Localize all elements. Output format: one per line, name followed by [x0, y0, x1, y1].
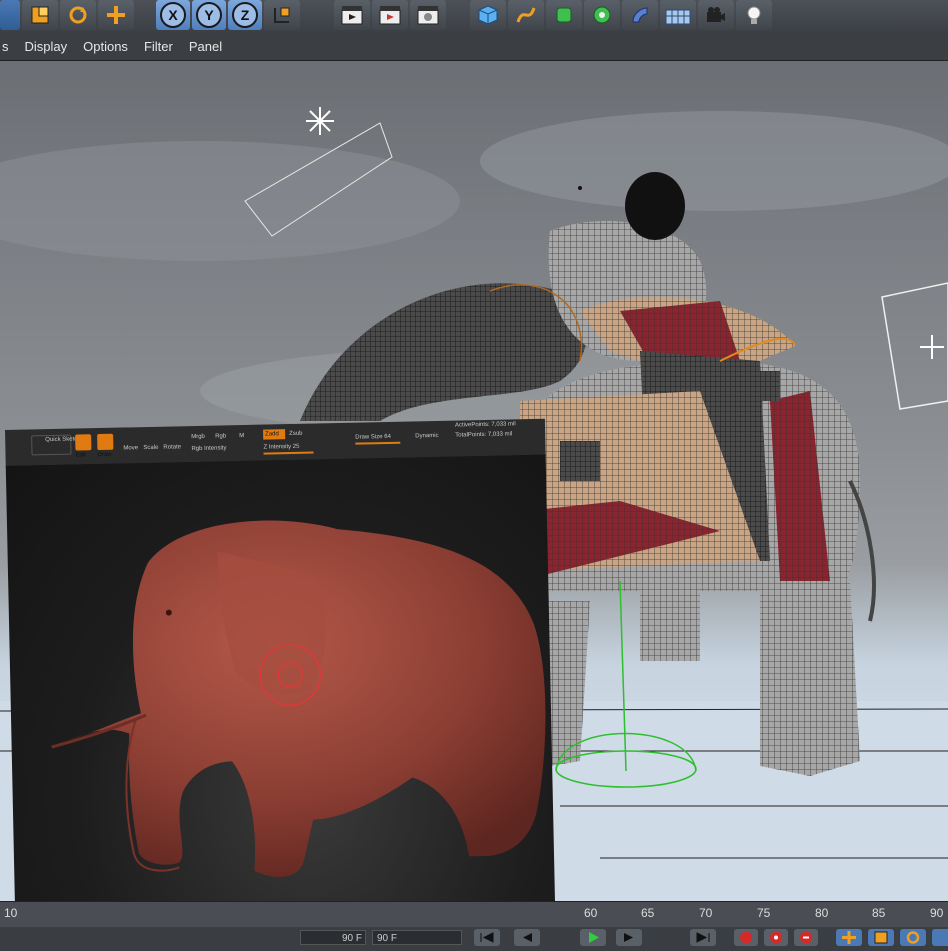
z-axis-label: Z [232, 2, 258, 28]
rgb-intensity-label[interactable]: Rgb Intensity [191, 445, 226, 452]
edit-button[interactable] [75, 434, 92, 451]
cloud-shape [480, 111, 948, 211]
y-axis-lock-button[interactable]: Y [192, 0, 226, 30]
x-axis-label: X [160, 2, 186, 28]
z-intensity-bar [263, 451, 314, 455]
timeline-tick: 90 [930, 906, 944, 920]
play-button[interactable] [580, 929, 606, 946]
menu-item-display[interactable]: Display [17, 39, 76, 54]
null-object-dot [578, 186, 582, 190]
timeline-tick: 65 [641, 906, 655, 920]
render-region-icon[interactable] [372, 0, 408, 30]
active-points-label: ActivePoints: 7,033 mil [454, 421, 516, 429]
move-label[interactable]: Move [123, 445, 138, 451]
menu-item-filter[interactable]: Filter [136, 39, 181, 54]
end-frame-field[interactable]: 90 F [372, 930, 462, 945]
coordinate-system-icon[interactable] [264, 0, 300, 30]
sculpted-elephant-model[interactable] [47, 515, 549, 882]
total-points-label: TotalPoints: 7,033 mil [455, 431, 513, 439]
mrgb-label[interactable]: Mrgb [191, 434, 205, 440]
zadd-button[interactable]: Zadd [263, 429, 286, 440]
cloud-shape [0, 141, 460, 261]
menu-item-panel[interactable]: Panel [181, 39, 230, 54]
menu-item-partial[interactable]: s [0, 39, 17, 54]
z-intensity-slider[interactable]: Z Intensity 25 [263, 444, 299, 451]
area-light-right[interactable] [881, 282, 948, 410]
camera-icon[interactable] [698, 0, 734, 30]
viewport-menu-bar: s Display Options Filter Panel [0, 32, 948, 61]
floor-icon[interactable] [660, 0, 696, 30]
dynamic-label[interactable]: Dynamic [415, 433, 438, 439]
timeline-tick: 70 [699, 906, 713, 920]
timeline-tick: 10 [4, 906, 18, 920]
record-rotation-button[interactable] [900, 929, 926, 946]
next-key-button[interactable] [616, 929, 642, 946]
zsub-label[interactable]: Zsub [289, 431, 302, 437]
menu-item-options[interactable]: Options [75, 39, 136, 54]
record-parameter-button[interactable] [932, 929, 948, 946]
zadd-label: Zadd [265, 431, 279, 438]
go-to-end-button[interactable] [690, 929, 716, 946]
record-position-button[interactable] [836, 929, 862, 946]
timeline-tick: 85 [872, 906, 886, 920]
go-to-start-button[interactable] [474, 929, 500, 946]
start-frame-field[interactable]: 90 F [300, 930, 366, 945]
edit-label: Edit [75, 452, 86, 459]
modeling-icon[interactable] [584, 0, 620, 30]
record-scale-button[interactable] [868, 929, 894, 946]
timeline-tick: 80 [815, 906, 829, 920]
spline-icon[interactable] [508, 0, 544, 30]
move-icon[interactable] [98, 0, 134, 30]
rotate-icon[interactable] [60, 0, 96, 30]
scale-icon[interactable] [22, 0, 58, 30]
m-label[interactable]: M [239, 433, 244, 439]
draw-size-slider[interactable]: Draw Size 64 [355, 434, 391, 441]
zbrush-canvas[interactable] [5, 454, 556, 945]
prev-key-button[interactable] [514, 929, 540, 946]
keyframe-selection-button[interactable] [794, 929, 818, 946]
record-button[interactable] [734, 929, 758, 946]
timeline-tick: 75 [757, 906, 771, 920]
rotate-label[interactable]: Rotate [163, 444, 181, 450]
rgb-label[interactable]: Rgb [215, 433, 226, 439]
x-axis-lock-button[interactable]: X [156, 0, 190, 30]
zbrush-sculpt-window: Quick Sketch Edit Draw Move Scale Rotate… [5, 418, 556, 945]
partial-tool-icon[interactable] [0, 0, 20, 30]
animation-timeline[interactable]: 10 60 65 70 75 80 85 90 [0, 901, 948, 928]
timeline-tick: 60 [584, 906, 598, 920]
cube-icon[interactable] [470, 0, 506, 30]
auto-key-button[interactable] [764, 929, 788, 946]
y-axis-label: Y [196, 2, 222, 28]
draw-button[interactable] [97, 433, 114, 451]
scale-label[interactable]: Scale [143, 445, 158, 451]
deformer-icon[interactable] [622, 0, 658, 30]
render-view-icon[interactable] [334, 0, 370, 30]
light-icon[interactable] [736, 0, 772, 30]
draw-label: Draw [97, 451, 112, 459]
transport-controls: 90 F 90 F [0, 927, 948, 948]
render-settings-icon[interactable] [410, 0, 446, 30]
main-toolbar: X Y Z [0, 0, 948, 32]
draw-size-bar [355, 441, 401, 445]
z-axis-lock-button[interactable]: Z [228, 0, 262, 30]
nurbs-icon[interactable] [546, 0, 582, 30]
